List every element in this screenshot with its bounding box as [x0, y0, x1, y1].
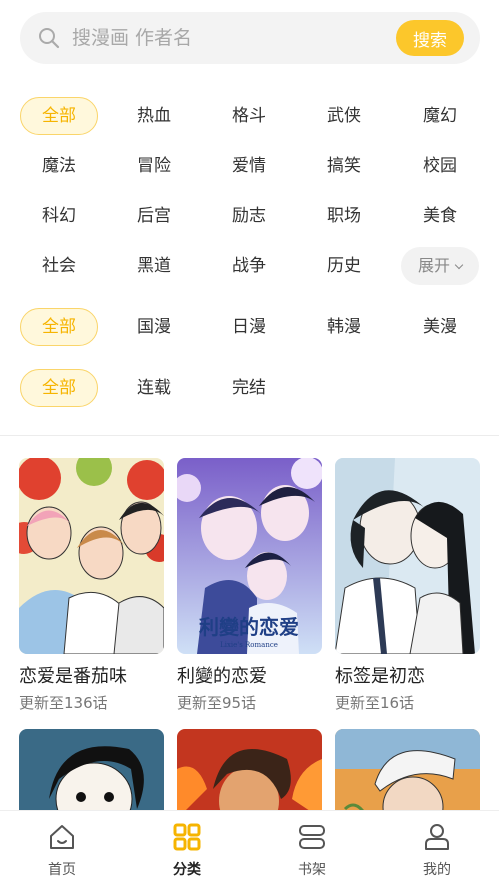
genre-chip[interactable]: 热血	[115, 97, 193, 135]
search-input[interactable]	[72, 12, 392, 64]
nav-home[interactable]: 首页	[0, 811, 124, 888]
expand-button[interactable]: 展开	[401, 247, 479, 285]
chevron-down-icon	[454, 260, 464, 270]
genre-chip[interactable]: 搞笑	[305, 147, 383, 185]
nav-bookshelf[interactable]: 书架	[250, 811, 374, 888]
genre-filter-row: 魔法 冒险 爱情 搞笑 校园	[0, 147, 499, 187]
genre-chip[interactable]: 战争	[210, 247, 288, 285]
genre-filter-row: 社会 黑道 战争 历史 展开	[0, 247, 499, 287]
nav-label: 书架	[298, 862, 326, 878]
nav-category[interactable]: 分类	[125, 811, 249, 888]
genre-chip[interactable]: 科幻	[20, 197, 98, 235]
genre-chip[interactable]: 社会	[20, 247, 98, 285]
nav-profile[interactable]: 我的	[375, 811, 499, 888]
nav-label: 分类	[173, 862, 201, 878]
comic-update: 更新至95话	[177, 694, 257, 712]
expand-label: 展开	[417, 256, 450, 275]
comic-cover[interactable]	[335, 458, 480, 654]
divider	[0, 435, 499, 436]
search-bar[interactable]: 搜索	[20, 12, 480, 64]
genre-chip[interactable]: 职场	[305, 197, 383, 235]
cover-subtitle-text: Lixie's Romance	[220, 641, 278, 649]
status-chip[interactable]: 连载	[115, 369, 193, 407]
genre-chip[interactable]: 爱情	[210, 147, 288, 185]
comic-update: 更新至136话	[19, 694, 108, 712]
comic-cover[interactable]	[177, 729, 322, 819]
status-chip-all[interactable]: 全部	[20, 369, 98, 407]
genre-chip[interactable]: 励志	[210, 197, 288, 235]
comic-cover[interactable]	[335, 729, 480, 819]
search-icon	[39, 28, 60, 49]
comic-card[interactable]: 利變的恋爱 Lixie's Romance 利變的恋爱 更新至95话	[177, 458, 322, 713]
region-chip[interactable]: 韩漫	[305, 308, 383, 346]
status-filter-row: 全部 连载 完结	[0, 369, 499, 409]
search-button[interactable]: 搜索	[396, 20, 464, 56]
category-icon	[173, 823, 201, 851]
genre-chip[interactable]: 冒险	[115, 147, 193, 185]
region-chip[interactable]: 日漫	[210, 308, 288, 346]
comic-cover[interactable]	[19, 458, 164, 654]
genre-chip[interactable]: 历史	[305, 247, 383, 285]
genre-chip[interactable]: 格斗	[210, 97, 288, 135]
genre-chip[interactable]: 魔法	[20, 147, 98, 185]
nav-label: 首页	[48, 862, 76, 878]
bottom-nav: 首页 分类 书架 我的	[0, 810, 499, 888]
region-chip[interactable]: 国漫	[115, 308, 193, 346]
genre-filter-row: 全部 热血 格斗 武侠 魔幻	[0, 97, 499, 137]
profile-icon	[425, 824, 449, 850]
comic-cover[interactable]: 利變的恋爱 Lixie's Romance	[177, 458, 322, 654]
bookshelf-icon	[299, 825, 325, 849]
comic-card[interactable]: 标签是初恋 更新至16话	[335, 458, 480, 713]
genre-chip[interactable]: 黑道	[115, 247, 193, 285]
comic-title: 利變的恋爱	[177, 666, 267, 687]
comic-card[interactable]: 恋爱是番茄味 更新至136话	[19, 458, 164, 713]
region-filter-row: 全部 国漫 日漫 韩漫 美漫	[0, 308, 499, 348]
comic-title: 标签是初恋	[335, 666, 425, 687]
region-chip[interactable]: 美漫	[401, 308, 479, 346]
genre-filter-row: 科幻 后宫 励志 职场 美食	[0, 197, 499, 237]
status-chip[interactable]: 完结	[210, 369, 288, 407]
region-chip-all[interactable]: 全部	[20, 308, 98, 346]
genre-chip-all[interactable]: 全部	[20, 97, 98, 135]
nav-label: 我的	[423, 862, 451, 878]
comic-update: 更新至16话	[335, 694, 415, 712]
comic-title: 恋爱是番茄味	[19, 666, 127, 687]
genre-chip[interactable]: 美食	[401, 197, 479, 235]
home-icon	[50, 825, 74, 849]
genre-chip[interactable]: 魔幻	[401, 97, 479, 135]
genre-chip[interactable]: 校园	[401, 147, 479, 185]
genre-chip[interactable]: 后宫	[115, 197, 193, 235]
genre-chip[interactable]: 武侠	[305, 97, 383, 135]
cover-title-text: 利變的恋爱	[199, 615, 299, 639]
comic-cover[interactable]	[19, 729, 164, 819]
